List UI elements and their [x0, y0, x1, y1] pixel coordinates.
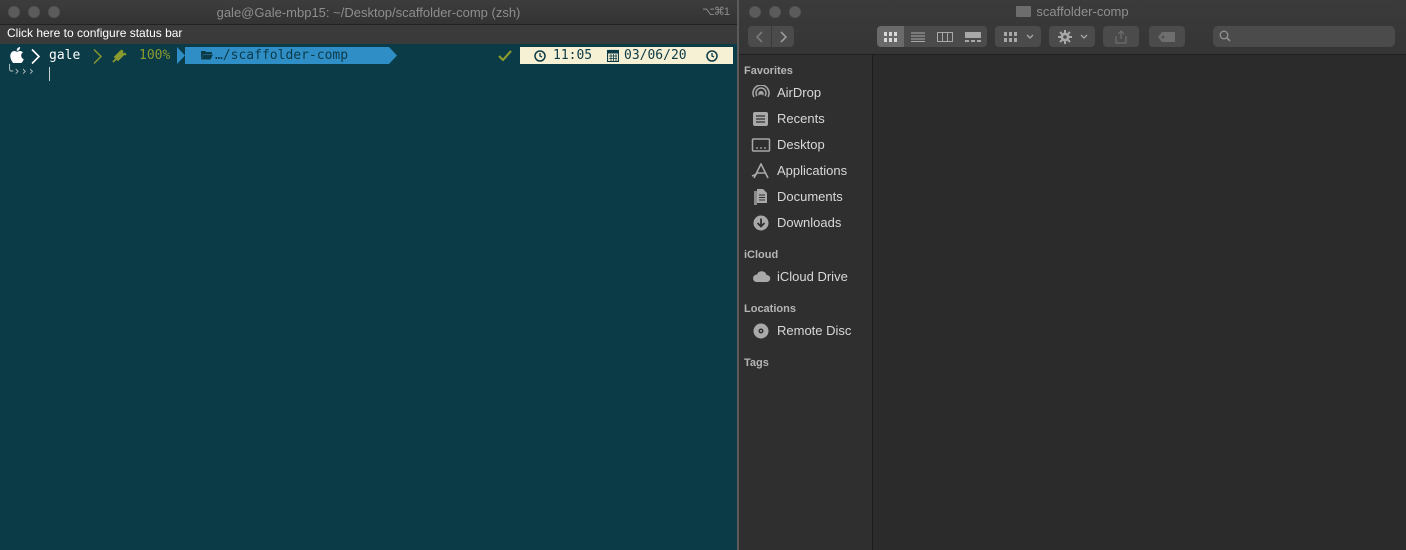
clock-icon: [706, 50, 718, 62]
plug-icon: [112, 49, 127, 63]
share-button[interactable]: [1103, 26, 1139, 47]
chevron-down-icon: [1077, 26, 1091, 47]
recents-clock-icon: [753, 112, 768, 126]
sidebar-section-tags: Tags: [744, 357, 769, 369]
tab-shortcut: ⌥⌘1: [702, 6, 730, 18]
list-view-button[interactable]: [904, 26, 931, 47]
folder-icon: [1016, 6, 1032, 17]
status-ok-segment: [490, 47, 518, 64]
chevron-left-icon: [755, 30, 763, 43]
clock-icon: [534, 50, 546, 62]
finder-title-text: scaffolder-comp: [1036, 4, 1129, 19]
prompt-continuation: ╰›››: [6, 64, 35, 78]
sidebar-item-label: Downloads: [777, 215, 842, 230]
datetime-segment: 11:05 03/06/20: [520, 47, 733, 64]
sidebar-item-label: Documents: [777, 189, 843, 204]
path-segment: …/scaffolder-comp: [185, 47, 389, 64]
sidebar-item-remote-disc[interactable]: Remote Disc: [751, 320, 871, 342]
sidebar-item-label: Desktop: [777, 137, 825, 152]
sidebar-item-recents[interactable]: Recents: [751, 108, 871, 130]
share-icon: [1103, 26, 1139, 47]
finder-sidebar: Favorites AirDrop Recents Desktop Applic…: [739, 55, 873, 550]
configure-status-bar-link[interactable]: Click here to configure status bar: [0, 25, 737, 44]
sidebar-item-documents[interactable]: Documents: [751, 186, 871, 208]
applications-icon: [751, 163, 769, 179]
sidebar-item-applications[interactable]: Applications: [751, 160, 871, 182]
prompt-date: 03/06/20: [624, 48, 687, 63]
gear-icon: [1055, 26, 1075, 47]
calendar-icon: [607, 49, 619, 62]
folder-open-icon: [201, 51, 213, 60]
terminal-titlebar: gale@Gale-mbp15: ~/Desktop/scaffolder-co…: [0, 0, 737, 25]
terminal-title: gale@Gale-mbp15: ~/Desktop/scaffolder-co…: [216, 5, 521, 20]
desktop-icon: [751, 138, 771, 152]
disc-icon: [753, 323, 769, 339]
search-field[interactable]: [1213, 26, 1395, 47]
shell-prompt: gale 100% …/scaffolder-comp 11:05 03/06/…: [0, 46, 737, 66]
search-icon: [1219, 30, 1231, 42]
view-mode-control: [877, 26, 987, 47]
sidebar-section-locations: Locations: [744, 303, 796, 315]
finder-toolbar: scaffolder-comp: [739, 0, 1406, 55]
terminal-window: gale@Gale-mbp15: ~/Desktop/scaffolder-co…: [0, 0, 737, 550]
edit-tags-button[interactable]: [1149, 26, 1185, 47]
list-icon: [910, 32, 925, 42]
back-button[interactable]: [748, 26, 772, 47]
sidebar-section-icloud: iCloud: [744, 249, 779, 261]
sidebar-item-icloud-drive[interactable]: iCloud Drive: [751, 266, 871, 288]
tag-icon: [1149, 26, 1185, 47]
chevron-right-icon: [779, 30, 787, 43]
checkmark-icon: [498, 50, 512, 61]
prompt-time: 11:05: [553, 48, 593, 63]
gallery-view-button[interactable]: [958, 26, 987, 47]
finder-window: scaffolder-comp Favorites AirDrop Recent…: [739, 0, 1406, 550]
finder-title: scaffolder-comp: [739, 4, 1406, 19]
finder-content-area[interactable]: [873, 55, 1406, 550]
cloud-icon: [753, 271, 771, 282]
downloads-icon: [753, 215, 769, 231]
forward-button[interactable]: [771, 26, 794, 47]
chevron-right-icon: [93, 49, 102, 64]
airdrop-icon: [752, 85, 770, 98]
segment-arrow-icon: [389, 47, 397, 64]
sidebar-item-downloads[interactable]: Downloads: [751, 212, 871, 234]
text-cursor[interactable]: [49, 67, 50, 81]
grid-icon: [883, 31, 897, 42]
sidebar-item-airdrop[interactable]: AirDrop: [751, 82, 871, 104]
nav-buttons: [748, 26, 794, 47]
column-view-button[interactable]: [931, 26, 958, 47]
documents-icon: [754, 189, 767, 205]
sidebar-item-label: AirDrop: [777, 85, 822, 100]
sidebar-item-label: Remote Disc: [777, 323, 852, 338]
action-button[interactable]: [1049, 26, 1095, 47]
sidebar-section-favorites: Favorites: [744, 65, 793, 77]
sidebar-item-label: iCloud Drive: [777, 269, 848, 284]
sidebar-item-desktop[interactable]: Desktop: [751, 134, 871, 156]
chevron-down-icon: [1023, 26, 1037, 47]
battery-level: 100%: [139, 48, 171, 63]
columns-icon: [936, 31, 953, 42]
gallery-icon: [964, 31, 981, 42]
chevron-right-icon: [31, 48, 41, 65]
group-grid-icon: [1001, 26, 1021, 47]
current-path: …/scaffolder-comp: [215, 48, 349, 63]
sidebar-item-label: Applications: [777, 163, 848, 178]
prompt-user: gale: [49, 48, 81, 63]
apple-icon: [10, 47, 24, 63]
icon-view-button[interactable]: [877, 26, 904, 47]
sidebar-item-label: Recents: [777, 111, 825, 126]
group-by-button[interactable]: [995, 26, 1041, 47]
